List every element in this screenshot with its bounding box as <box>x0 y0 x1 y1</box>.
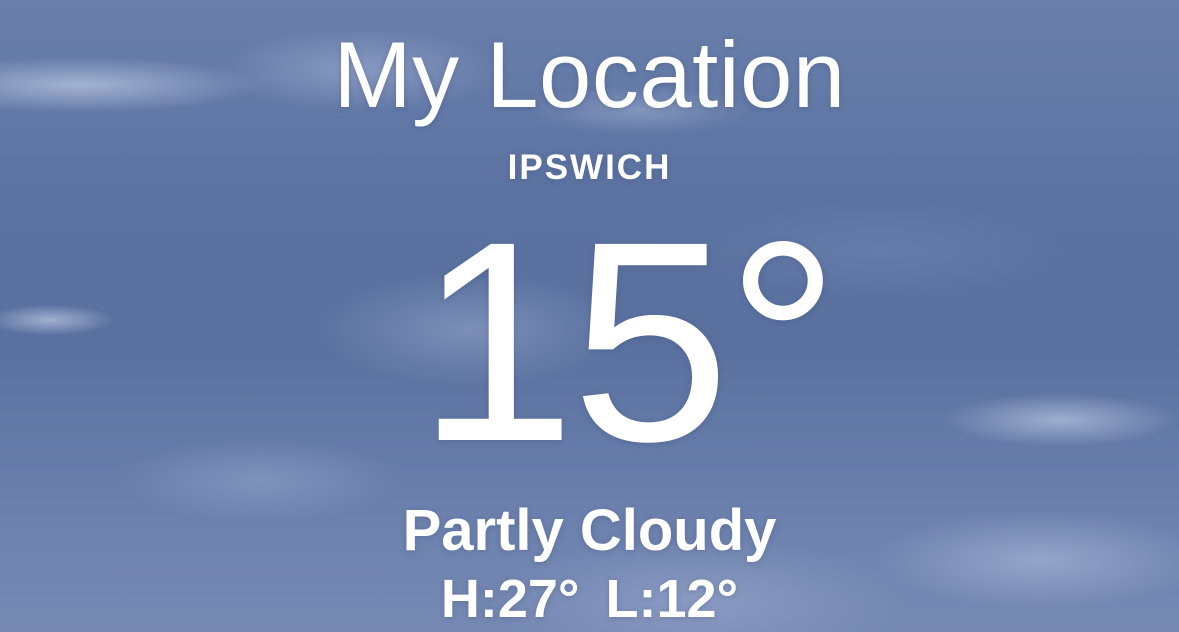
weather-condition: Partly Cloudy <box>402 498 777 563</box>
location-name: IPSWICH <box>507 148 672 187</box>
weather-screen: My Location IPSWICH 15° Partly Cloudy H:… <box>0 0 1179 632</box>
current-temperature: 15° <box>417 183 840 501</box>
location-title: My Location <box>333 22 846 127</box>
high-temperature: H:27° <box>440 569 580 629</box>
high-low-temperatures: H:27° L:12° <box>0 572 1179 626</box>
low-temperature: L:12° <box>605 569 739 629</box>
